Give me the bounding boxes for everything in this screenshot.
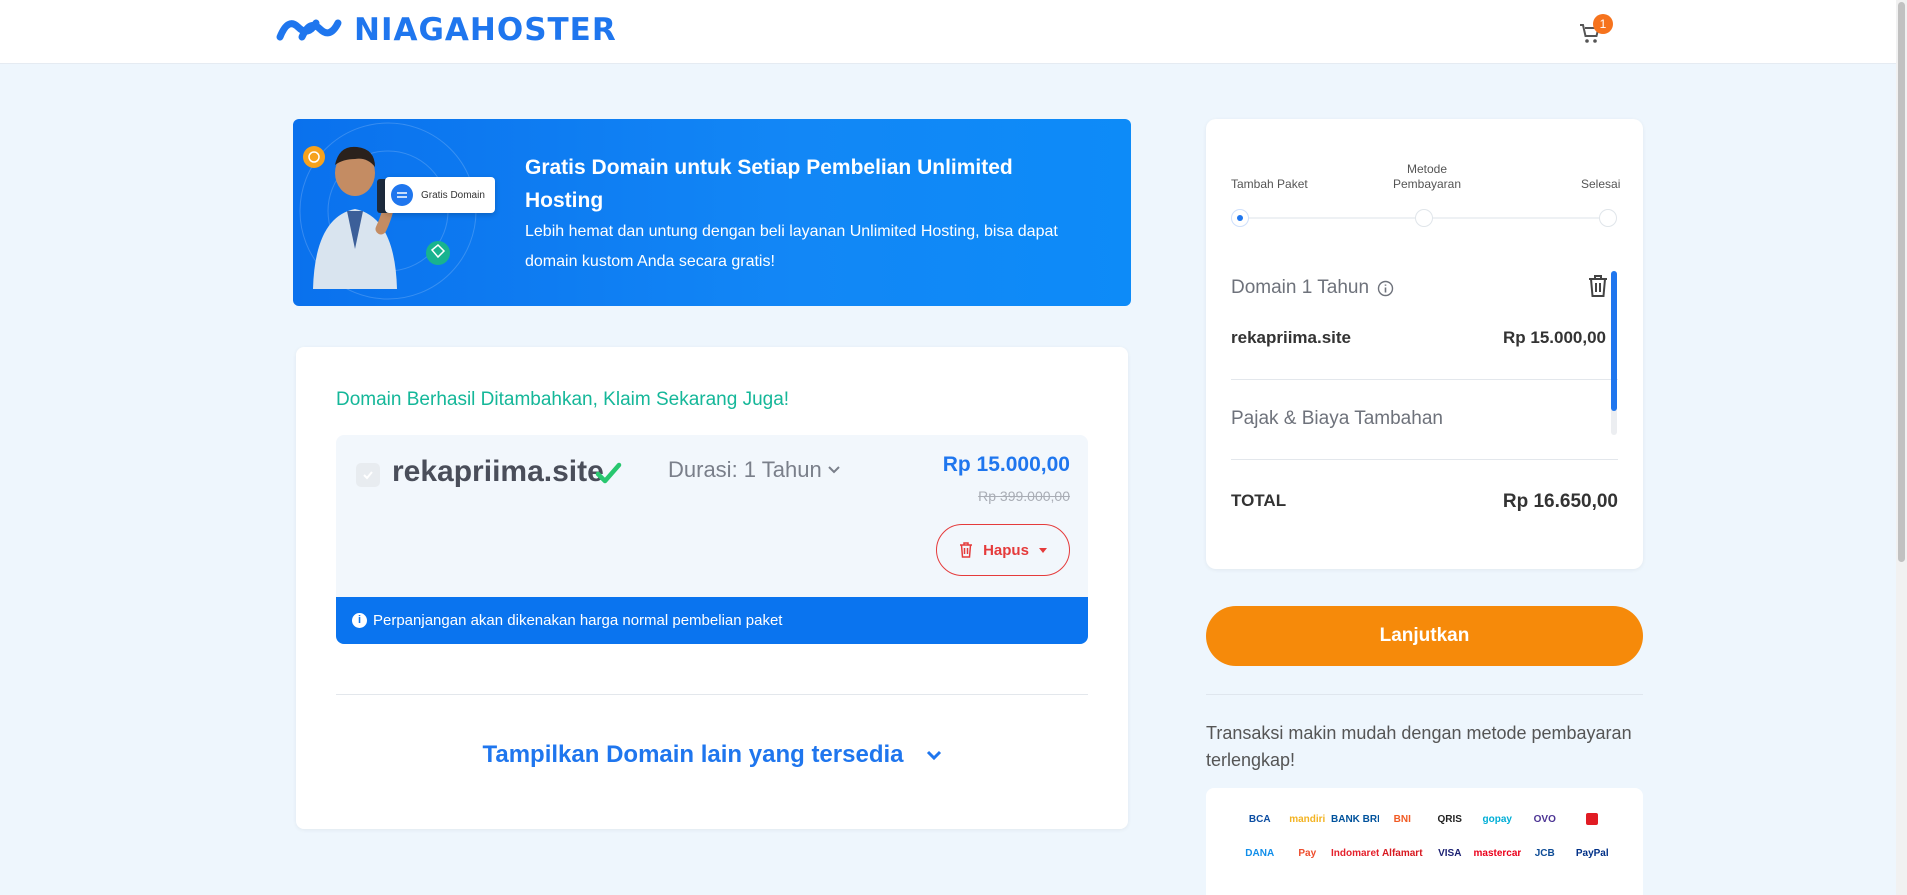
payment-logo: BANK BRI [1331,814,1379,825]
summary-scrollbar[interactable] [1611,271,1617,435]
payment-logo: BCA [1248,814,1271,825]
domain-name: rekapriima.site [392,455,604,488]
payment-logo: BNI [1393,814,1411,825]
summary-divider [1231,379,1618,380]
payment-logo: Indomaret [1331,848,1379,859]
show-more-domains-label: Tampilkan Domain lain yang tersedia [482,741,904,768]
summary-scrollbar-thumb[interactable] [1611,271,1617,411]
page-scrollbar[interactable] [1896,0,1907,895]
payment-logo: mandiri [1289,814,1326,825]
promo-title: Gratis Domain untuk Setiap Pembelian Unl… [525,156,1013,212]
renewal-notice-text: Perpanjangan akan dikenakan harga normal… [373,612,783,629]
page-scrollbar-thumb[interactable] [1898,2,1905,562]
niagahoster-logo-icon [276,19,342,41]
free-domain-chip: Gratis Domain [385,177,495,213]
brand-name: NIAGAHOSTER [354,12,617,48]
payment-methods-text: Transaksi makin mudah dengan metode pemb… [1206,723,1632,770]
chevron-down-icon [827,466,840,474]
payment-logo: gopay [1482,814,1512,825]
payment-logo: QRIS [1437,814,1462,825]
right-column-divider [1206,694,1643,695]
caret-down-icon [1038,547,1047,553]
continue-button[interactable]: Lanjutkan [1206,606,1643,666]
domain-card: Domain Berhasil Ditambahkan, Klaim Sekar… [296,347,1128,829]
payment-logo: VISA [1438,848,1462,859]
summary-total-value: Rp 16.650,00 [1502,491,1618,512]
top-header: NIAGAHOSTER 1 [0,0,1896,64]
duration-select[interactable]: Durasi: 1 Tahun [668,457,840,483]
cart-count-badge: 1 [1593,14,1613,34]
summary-total-label: TOTAL [1231,491,1287,510]
card-divider [336,694,1088,695]
promo-banner: Gratis Domain Gratis Domain untuk Setiap… [293,119,1131,306]
step-dot-done [1599,209,1617,227]
payment-logo: Alfamart [1381,848,1423,859]
payment-methods-box: BCA mandiri BANK BRI BNI QRIS gopay OVO DANA Pay… [1206,788,1643,895]
summary-item-price: Rp 15.000,00 [1502,328,1606,347]
payment-logo: DANA [1245,848,1275,859]
payment-logo: Pay [1298,848,1317,859]
info-icon[interactable] [1377,280,1394,297]
available-check-icon [595,462,622,484]
step-add-package: Tambah Paket [1231,177,1308,191]
domain-old-price: Rp 399.000,00 [978,488,1070,504]
payment-logo [1569,812,1617,828]
info-icon: i [352,613,367,628]
show-more-domains-link[interactable]: Tampilkan Domain lain yang tersedia [296,741,1128,769]
payment-logo: OVO [1533,814,1556,825]
renewal-notice: i Perpanjangan akan dikenakan harga norm… [336,597,1088,644]
domain-added-headline: Domain Berhasil Ditambahkan, Klaim Sekar… [336,389,790,410]
step-payment-method: Metode Pembayaran [1392,162,1462,191]
summary-item-name: rekapriima.site [1231,328,1352,347]
payment-logo: mastercard [1473,848,1522,859]
chevron-down-icon [926,750,941,760]
summary-domain-title-text: Domain 1 Tahun [1231,277,1370,298]
trash-icon [960,542,973,558]
domain-icon [391,184,413,206]
remove-item-trash-icon[interactable] [1587,274,1609,298]
summary-tax-label: Pajak & Biaya Tambahan [1231,408,1443,429]
step-done: Selesai [1581,177,1621,191]
checkbox-check-icon [363,471,373,480]
payment-logo: PayPal [1575,848,1609,859]
delete-domain-button[interactable]: Hapus [936,524,1070,576]
domain-price: Rp 15.000,00 [942,453,1070,476]
delete-domain-label: Hapus [983,541,1029,559]
summary-domain-title: Domain 1 Tahun [1231,277,1394,299]
free-domain-chip-label: Gratis Domain [421,189,485,201]
payment-logo: JCB [1534,848,1555,859]
payment-logos-grid: BCA mandiri BANK BRI BNI QRIS gopay OVO DANA Pay… [1236,812,1616,862]
duration-value: Durasi: 1 Tahun [668,457,822,482]
brand-logo[interactable]: NIAGAHOSTER [274,12,617,48]
domain-item: rekapriima.site Durasi: 1 Tahun Rp 15.00… [336,435,1088,644]
summary-divider [1231,459,1618,460]
step-dot-add-package [1231,209,1249,227]
order-summary: Tambah Paket Metode Pembayaran Selesai D… [1206,119,1643,569]
domain-checkbox[interactable] [356,463,380,487]
step-dot-payment-method [1415,209,1433,227]
promo-description: Lebih hemat dan untung dengan beli layan… [525,223,1058,270]
